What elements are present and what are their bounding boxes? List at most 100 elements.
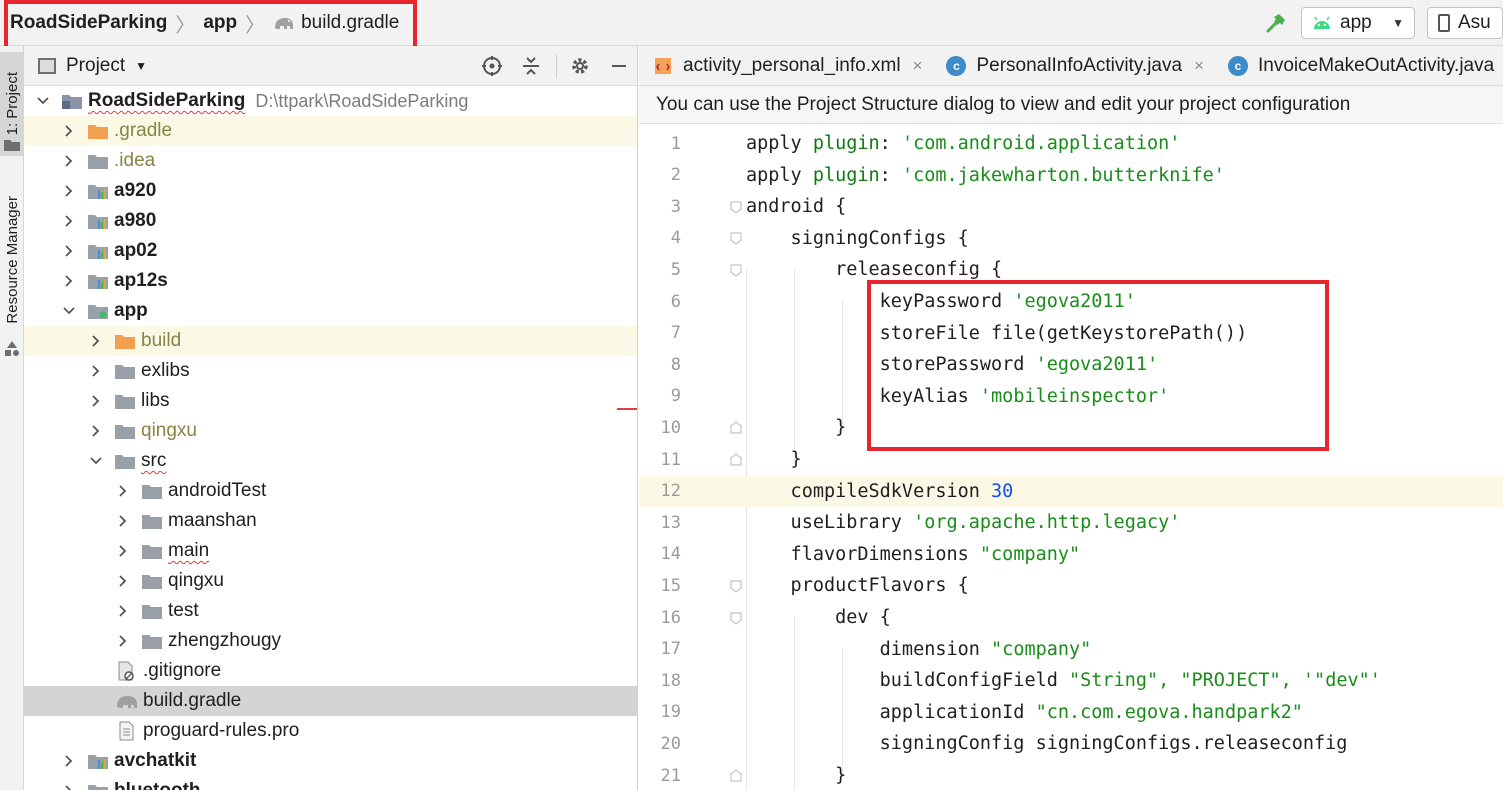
- tree-item-src-qingxu[interactable]: qingxu: [24, 566, 637, 596]
- tree-item-qingxu[interactable]: qingxu: [24, 416, 637, 446]
- code-line-11[interactable]: 11 }: [639, 444, 1503, 475]
- tree-item-ap02[interactable]: ap02: [24, 236, 637, 266]
- breadcrumb-project[interactable]: RoadSideParking: [10, 12, 167, 34]
- chevron-right-icon[interactable]: [116, 544, 130, 558]
- tree-item-gradle[interactable]: .gradle: [24, 116, 637, 146]
- gear-icon[interactable]: [566, 52, 594, 80]
- locate-file-icon[interactable]: [478, 52, 506, 80]
- folder-icon: [115, 335, 135, 349]
- code-line-20[interactable]: 20 signingConfig signingConfigs.releasec…: [639, 728, 1503, 759]
- fold-end-icon[interactable]: [729, 768, 743, 783]
- fold-icon[interactable]: [729, 579, 743, 593]
- code-line-6[interactable]: 6 keyPassword 'egova2011': [639, 286, 1503, 317]
- token: "company": [991, 638, 1092, 660]
- token: plugin: [812, 133, 880, 154]
- chevron-right-icon[interactable]: [89, 424, 103, 438]
- tree-item-idea[interactable]: .idea: [24, 146, 637, 176]
- tree-item-maanshan[interactable]: maanshan: [24, 506, 637, 536]
- run-toolbar: app ▼ Asu: [1261, 6, 1503, 40]
- tab-invoice-make-out-activity[interactable]: c InvoiceMakeOutActivity.java: [1214, 46, 1503, 86]
- close-icon[interactable]: ×: [913, 56, 923, 76]
- chevron-right-icon[interactable]: [62, 154, 76, 168]
- tree-item-app[interactable]: app: [24, 296, 637, 326]
- fold-icon[interactable]: [729, 200, 743, 214]
- code-line-19[interactable]: 19 applicationId "cn.com.egova.handpark2…: [639, 697, 1503, 728]
- project-view-select[interactable]: Project ▼: [38, 55, 147, 77]
- tab-activity-personal-info-xml[interactable]: activity_personal_info.xml ×: [639, 46, 932, 86]
- code-line-13[interactable]: 13 useLibrary 'org.apache.http.legacy': [639, 507, 1503, 538]
- tree-item-test[interactable]: test: [24, 596, 637, 626]
- code-line-3[interactable]: 3 android {: [639, 191, 1503, 222]
- chevron-down-icon[interactable]: [89, 454, 103, 468]
- code-line-12[interactable]: 12 compileSdkVersion 30: [639, 475, 1503, 507]
- line-number: 12: [660, 481, 681, 502]
- fold-icon[interactable]: [729, 231, 743, 245]
- fold-icon[interactable]: [729, 263, 743, 277]
- chevron-right-icon[interactable]: [89, 364, 103, 378]
- tree-item-a980[interactable]: a980: [24, 206, 637, 236]
- fold-end-icon[interactable]: [729, 421, 743, 435]
- code-line-4[interactable]: 4 signingConfigs {: [639, 223, 1503, 254]
- code-line-15[interactable]: 15 productFlavors {: [639, 570, 1503, 601]
- code-line-5[interactable]: 5 releaseconfig {: [639, 254, 1503, 285]
- chevron-down-icon[interactable]: [62, 304, 76, 318]
- chevron-right-icon[interactable]: [62, 784, 76, 790]
- tree-item-androidtest[interactable]: androidTest: [24, 476, 637, 506]
- chevron-right-icon[interactable]: [89, 394, 103, 408]
- run-config-select[interactable]: app ▼: [1301, 7, 1415, 39]
- tree-item-main[interactable]: main: [24, 536, 637, 566]
- code-line-10[interactable]: 10 }: [639, 412, 1503, 443]
- chevron-right-icon[interactable]: [116, 604, 130, 618]
- code-line-21[interactable]: 21 }: [639, 760, 1503, 790]
- tree-item-a920[interactable]: a920: [24, 176, 637, 206]
- tree-item-exlibs[interactable]: exlibs: [24, 356, 637, 386]
- code-line-7[interactable]: 7 storeFile file(getKeystorePath()): [639, 318, 1503, 349]
- tree-item-gitignore[interactable]: .gitignore: [24, 656, 637, 686]
- code-line-14[interactable]: 14 flavorDimensions "company": [639, 539, 1503, 570]
- code-line-17[interactable]: 17 dimension "company": [639, 634, 1503, 665]
- tree-item-bluetooth[interactable]: bluetooth: [24, 776, 637, 790]
- chevron-right-icon[interactable]: [62, 754, 76, 768]
- fold-icon[interactable]: [729, 611, 743, 625]
- chevron-right-icon[interactable]: [89, 334, 103, 348]
- tree-item-zhengzhougy[interactable]: zhengzhougy: [24, 626, 637, 656]
- fold-end-icon[interactable]: [729, 452, 743, 467]
- tree-item-libs[interactable]: libs: [24, 386, 637, 416]
- build-hammer-icon[interactable]: [1261, 8, 1291, 38]
- chevron-right-icon[interactable]: [62, 244, 76, 258]
- breadcrumb-file[interactable]: build.gradle: [273, 12, 399, 34]
- collapse-all-icon[interactable]: [517, 52, 545, 80]
- chevron-right-icon[interactable]: [116, 514, 130, 528]
- breadcrumb-module[interactable]: app: [203, 12, 237, 34]
- tab-personal-info-activity[interactable]: c PersonalInfoActivity.java ×: [932, 46, 1214, 86]
- editor-tabs: activity_personal_info.xml × c PersonalI…: [639, 46, 1503, 86]
- close-icon[interactable]: ×: [1194, 56, 1204, 76]
- code-line-16[interactable]: 16 dev {: [639, 602, 1503, 633]
- code-line-2[interactable]: 2 apply plugin: 'com.jakewharton.butterkn…: [639, 160, 1503, 191]
- hide-panel-icon[interactable]: [605, 52, 633, 80]
- code-line-1[interactable]: 1 apply plugin: 'com.android.application': [639, 128, 1503, 159]
- chevron-down-icon[interactable]: [36, 94, 50, 108]
- tree-item-build-gradle[interactable]: build.gradle: [24, 686, 637, 716]
- chevron-right-icon[interactable]: [116, 634, 130, 648]
- tree-item-ap12s[interactable]: ap12s: [24, 266, 637, 296]
- code-line-18[interactable]: 18 buildConfigField "String", "PROJECT",…: [639, 665, 1503, 696]
- tree-item-root[interactable]: RoadSideParking D:\ttpark\RoadSideParkin…: [24, 86, 637, 116]
- chevron-right-icon[interactable]: [62, 184, 76, 198]
- code-line-9[interactable]: 9 keyAlias 'mobileinspector': [639, 381, 1503, 412]
- device-select[interactable]: Asu: [1427, 7, 1503, 39]
- tree-item-src[interactable]: src: [24, 446, 637, 476]
- chevron-right-icon[interactable]: [62, 274, 76, 288]
- tree-item-avchatkit[interactable]: avchatkit: [24, 746, 637, 776]
- gradle-elephant-icon: [275, 18, 294, 29]
- tree-item-label: ap02: [114, 240, 158, 261]
- chevron-right-icon[interactable]: [62, 214, 76, 228]
- resource-manager-tab[interactable]: Resource Manager: [0, 184, 24, 336]
- code-text: compileSdkVersion 30: [746, 481, 1014, 502]
- chevron-right-icon[interactable]: [62, 124, 76, 138]
- tree-item-build[interactable]: build: [24, 326, 637, 356]
- tree-item-proguard[interactable]: proguard-rules.pro: [24, 716, 637, 746]
- chevron-right-icon[interactable]: [116, 484, 130, 498]
- code-line-8[interactable]: 8 storePassword 'egova2011': [639, 349, 1503, 380]
- chevron-right-icon[interactable]: [116, 574, 130, 588]
